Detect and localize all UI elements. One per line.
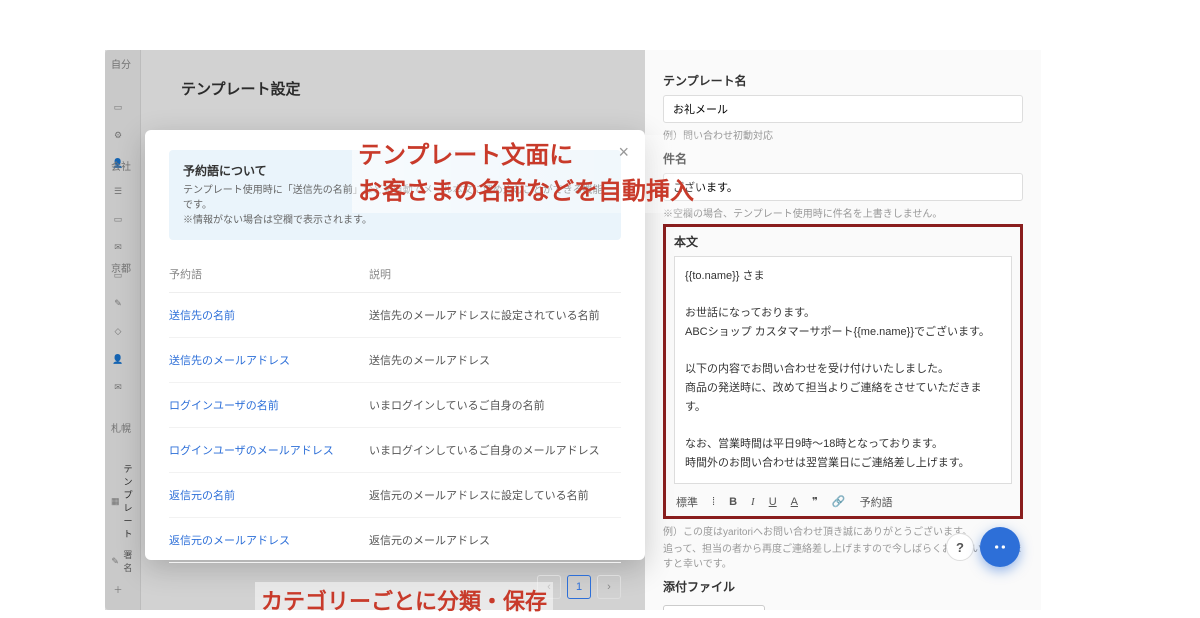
tb-color[interactable]: A [791, 496, 798, 508]
upload-button[interactable]: ⇧アップロード [663, 605, 765, 610]
body-textarea[interactable]: {{to.name}} さま お世話になっております。 ABCショップ カスタマ… [674, 256, 1012, 484]
table-row: ログインユーザのメールアドレスいまログインしているご自身のメールアドレス [169, 428, 621, 473]
pager-next[interactable]: › [597, 575, 621, 599]
tb-italic[interactable]: I [751, 496, 755, 508]
reserved-link[interactable]: ログインユーザのメールアドレス [169, 442, 369, 458]
reserved-link[interactable]: 送信先のメールアドレス [169, 352, 369, 368]
subject-hint: ※空欄の場合、テンプレート使用時に件名を上書きしません。 [663, 205, 1023, 220]
table-row: 送信先の名前送信先のメールアドレスに設定されている名前 [169, 293, 621, 338]
reserved-table: 予約語 説明 送信先の名前送信先のメールアドレスに設定されている名前 送信先のメ… [169, 256, 621, 563]
tb-reserved[interactable]: 予約語 [860, 494, 893, 510]
template-form: テンプレート名 例）問い合わせ初動対応 件名 ※空欄の場合、テンプレート使用時に… [645, 50, 1041, 610]
body-label: 本文 [666, 233, 1020, 250]
tb-normal[interactable]: 標準 [676, 494, 698, 510]
reserved-desc: 送信先のメールアドレスに設定されている名前 [369, 307, 600, 323]
table-row: 返信元の名前返信元のメールアドレスに設定している名前 [169, 473, 621, 518]
annotation-line2: お客さまの名前などを自動挿入 [358, 178, 694, 205]
table-row: 送信先のメールアドレス送信先のメールアドレス [169, 338, 621, 383]
editor-toolbar: 標準 ⁞ B I U A ❞ 🔗 予約語 [666, 490, 1020, 514]
subject-label: 件名 [663, 150, 1023, 167]
th-name: 予約語 [169, 266, 369, 282]
reserved-desc: いまログインしているご自身のメールアドレス [369, 442, 600, 458]
table-row: ログインユーザの名前いまログインしているご自身の名前 [169, 383, 621, 428]
reserved-link[interactable]: 返信元の名前 [169, 487, 369, 503]
chat-button[interactable] [980, 527, 1020, 567]
pager-page[interactable]: 1 [567, 575, 591, 599]
tb-size-icon[interactable]: ⁞ [712, 496, 715, 508]
help-button[interactable]: ? [946, 533, 974, 561]
tb-link-icon[interactable]: 🔗 [832, 495, 846, 508]
reserved-link[interactable]: ログインユーザの名前 [169, 397, 369, 413]
chat-icon [990, 537, 1010, 557]
subject-input[interactable] [663, 173, 1023, 201]
th-desc: 説明 [369, 266, 391, 282]
annotation-line1: テンプレート文面に [358, 142, 573, 169]
info-line2: ※情報がない場合は空欄で表示されます。 [183, 213, 607, 228]
reserved-desc: 送信先のメールアドレス [369, 352, 490, 368]
table-row: 返信元のメールアドレス返信元のメールアドレス [169, 518, 621, 563]
tb-underline[interactable]: U [769, 496, 777, 508]
name-input[interactable] [663, 95, 1023, 123]
name-label: テンプレート名 [663, 72, 1023, 89]
attach-label: 添付ファイル [663, 578, 1023, 595]
annotation-category: カテゴリーごとに分類・保存 [255, 582, 553, 618]
reserved-desc: 返信元のメールアドレス [369, 532, 490, 548]
name-hint: 例）問い合わせ初動対応 [663, 127, 1023, 142]
reserved-link[interactable]: 返信元のメールアドレス [169, 532, 369, 548]
annotation-body: テンプレート文面に お客さまの名前などを自動挿入 [352, 135, 700, 213]
reserved-link[interactable]: 送信先の名前 [169, 307, 369, 323]
reserved-desc: いまログインしているご自身の名前 [369, 397, 545, 413]
tb-bold[interactable]: B [729, 496, 737, 508]
tb-quote-icon[interactable]: ❞ [812, 495, 818, 508]
reserved-desc: 返信元のメールアドレスに設定している名前 [369, 487, 589, 503]
body-highlight: 本文 {{to.name}} さま お世話になっております。 ABCショップ カ… [663, 224, 1023, 519]
